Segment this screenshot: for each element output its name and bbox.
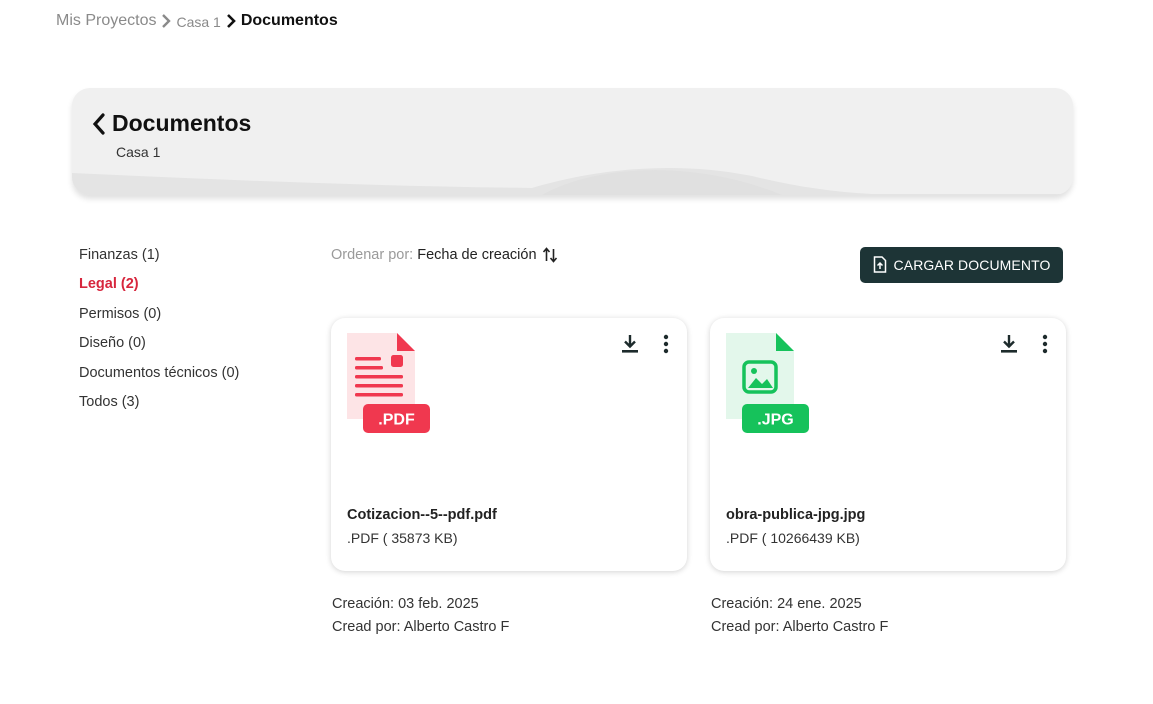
document-item: .JPG obra-publica-jpg.jpg .PDF ( 1026643…: [710, 318, 1066, 638]
file-name: Cotizacion--5--pdf.pdf: [347, 507, 497, 523]
sort-value[interactable]: Fecha de creación: [417, 247, 536, 263]
chevron-right-icon: [223, 11, 239, 31]
download-icon[interactable]: [619, 332, 641, 356]
category-list: Finanzas (1) Legal (2) Permisos (0) Dise…: [79, 244, 239, 420]
category-todos[interactable]: Todos (3): [79, 391, 239, 420]
chevron-right-icon: [158, 11, 174, 31]
created-by: Cread por: Alberto Castro F: [711, 618, 889, 635]
sort-label: Ordenar por:: [331, 247, 414, 263]
created-date: Creación: 24 ene. 2025: [711, 596, 862, 612]
more-options-icon[interactable]: [1038, 332, 1052, 356]
category-diseno[interactable]: Diseño (0): [79, 332, 239, 361]
category-finanzas[interactable]: Finanzas (1): [79, 244, 239, 273]
file-upload-icon: [873, 256, 889, 274]
page-subtitle: Casa 1: [116, 144, 161, 160]
file-meta: .PDF ( 10266439 KB): [726, 530, 860, 546]
file-badge: .JPG: [757, 412, 793, 429]
document-card[interactable]: .JPG obra-publica-jpg.jpg .PDF ( 1026643…: [710, 318, 1066, 571]
more-options-icon[interactable]: [659, 332, 673, 356]
document-card[interactable]: .PDF Cotizacion--5--pdf.pdf .PDF ( 35873…: [331, 318, 687, 571]
created-by: Cread por: Alberto Castro F: [332, 618, 510, 635]
category-permisos[interactable]: Permisos (0): [79, 303, 239, 332]
download-icon[interactable]: [998, 332, 1020, 356]
category-documentos-tecnicos[interactable]: Documentos técnicos (0): [79, 362, 239, 391]
category-legal[interactable]: Legal (2): [79, 273, 239, 302]
jpg-file-icon: .JPG: [726, 333, 809, 433]
document-info: Creación: 24 ene. 2025 Cread por: Albert…: [710, 593, 1066, 638]
breadcrumb-casa[interactable]: Casa 1: [176, 14, 220, 30]
page-header-card: Documentos Casa 1: [72, 88, 1073, 195]
back-arrow-icon[interactable]: [88, 111, 110, 137]
pdf-file-icon: .PDF: [347, 333, 430, 433]
file-meta: .PDF ( 35873 KB): [347, 530, 458, 546]
breadcrumb-mis-proyectos[interactable]: Mis Proyectos: [56, 12, 156, 30]
upload-document-button[interactable]: CARGAR DOCUMENTO: [860, 247, 1063, 283]
sort-arrows-icon[interactable]: [542, 246, 558, 264]
created-date: Creación: 03 feb. 2025: [332, 596, 479, 612]
document-item: .PDF Cotizacion--5--pdf.pdf .PDF ( 35873…: [331, 318, 687, 638]
header-wave-decoration: [72, 167, 1073, 195]
page-title: Documentos: [112, 110, 252, 136]
breadcrumb: Mis Proyectos Casa 1 Documentos: [56, 11, 338, 31]
upload-document-label: CARGAR DOCUMENTO: [893, 257, 1051, 273]
document-info: Creación: 03 feb. 2025 Cread por: Albert…: [331, 593, 687, 638]
file-badge: .PDF: [378, 412, 415, 429]
file-name: obra-publica-jpg.jpg: [726, 507, 866, 523]
breadcrumb-current: Documentos: [240, 12, 338, 29]
header-title-row: Documentos: [88, 110, 251, 137]
sort-control: Ordenar por: Fecha de creación: [331, 244, 558, 266]
